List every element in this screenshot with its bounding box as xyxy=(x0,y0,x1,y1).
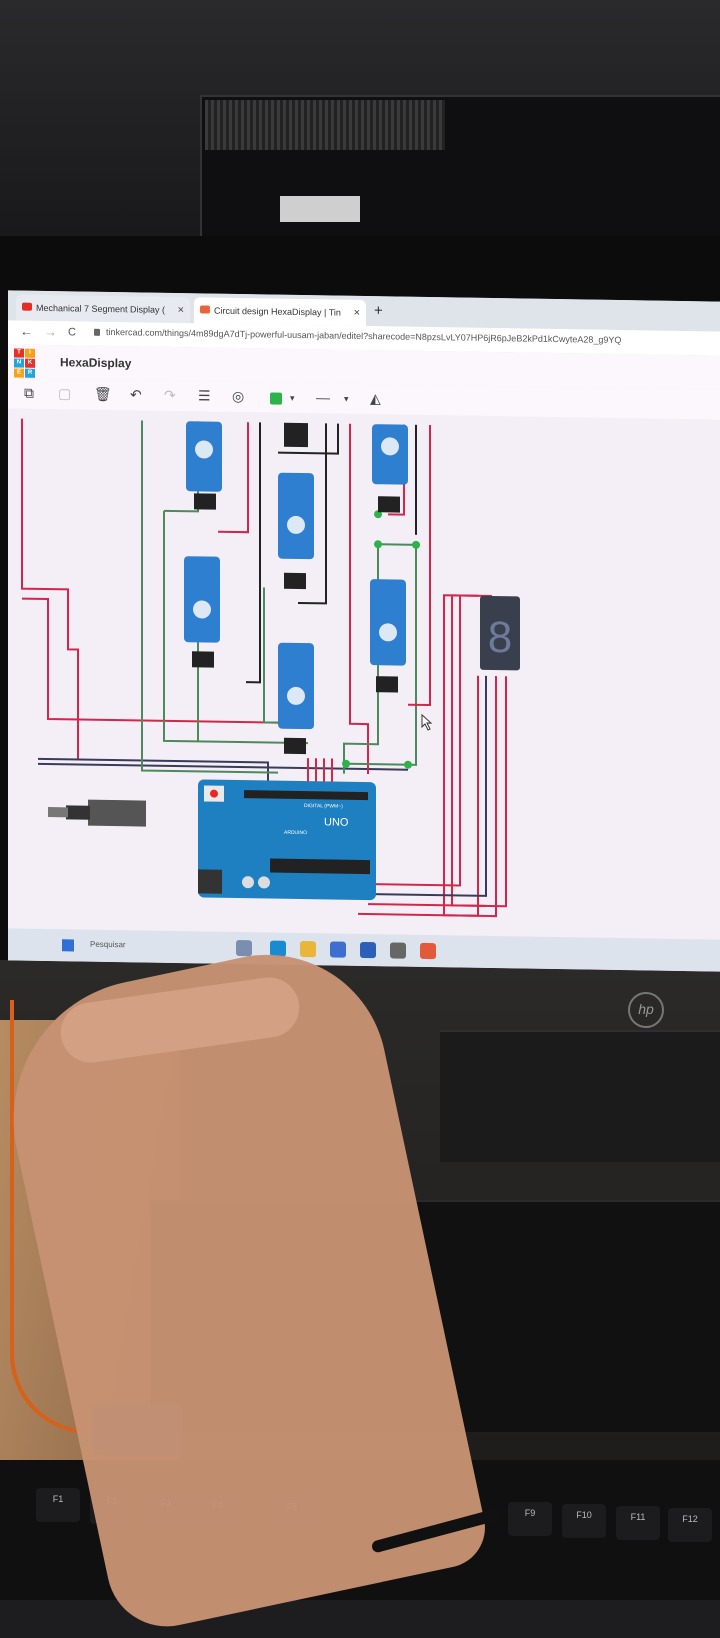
wire-node[interactable] xyxy=(412,540,420,549)
close-tab-icon[interactable]: × xyxy=(354,300,360,326)
key-f9[interactable]: F9 xyxy=(508,1502,552,1536)
usb-cable[interactable] xyxy=(48,799,146,827)
wire-red[interactable] xyxy=(22,597,298,724)
trash-icon[interactable]: 🗑 xyxy=(94,386,112,403)
windows-start-icon[interactable] xyxy=(62,939,74,952)
url-input[interactable]: tinkercad.com/things/4m89dgA7dTj-powerfu… xyxy=(106,327,621,345)
reload-button[interactable]: C xyxy=(68,326,76,338)
youtube-icon xyxy=(22,302,32,311)
board-brand-label: ARDUINO xyxy=(284,830,307,836)
wire-color-button[interactable] xyxy=(270,392,282,405)
key-f11[interactable]: F11 xyxy=(616,1506,660,1540)
circuit-canvas[interactable]: 8 DIGITAL (PWM~) UNO ARDUINO xyxy=(8,408,720,939)
chevron-down-icon[interactable]: ▾ xyxy=(344,394,349,405)
key-f10[interactable]: F10 xyxy=(562,1504,606,1538)
servo-motor[interactable] xyxy=(370,579,406,693)
servo-motor[interactable] xyxy=(372,424,408,513)
servo-motor[interactable] xyxy=(278,642,314,755)
rear-monitor-vent xyxy=(205,100,445,150)
arduino-uno-board[interactable]: DIGITAL (PWM~) UNO ARDUINO xyxy=(198,779,376,901)
monitor-stand xyxy=(440,1030,720,1162)
chevron-down-icon[interactable]: ▾ xyxy=(290,393,295,404)
mail-icon[interactable] xyxy=(360,941,376,959)
back-button[interactable]: ← xyxy=(20,324,33,339)
paste-icon[interactable]: ▢ xyxy=(58,385,71,402)
forward-button[interactable]: → xyxy=(44,324,57,339)
tinkercad-logo[interactable]: T I N K E R C A D xyxy=(14,348,46,398)
servo-motor[interactable] xyxy=(186,421,222,510)
wire-node[interactable] xyxy=(404,760,412,769)
flip-icon[interactable]: ◭ xyxy=(370,390,381,407)
tab-label: Circuit design HexaDisplay | Tin xyxy=(214,305,341,318)
annotation-icon[interactable]: ◎ xyxy=(232,388,244,405)
redo-icon[interactable]: ↷ xyxy=(164,387,176,404)
chrome-icon[interactable] xyxy=(420,942,436,960)
copy-icon[interactable]: ⧉ xyxy=(24,385,34,402)
monitor-screen: Mechanical 7 Segment Display ( × Circuit… xyxy=(8,290,720,972)
rear-monitor-sticker xyxy=(280,196,360,222)
line-style-icon[interactable]: — xyxy=(316,389,330,405)
key-f1[interactable]: F1 xyxy=(36,1488,80,1522)
key-f12[interactable]: F12 xyxy=(668,1508,712,1542)
logo-letter: T xyxy=(14,348,24,358)
logo-letter: R xyxy=(25,368,35,378)
board-pins-label: DIGITAL (PWM~) xyxy=(304,803,343,810)
notes-icon[interactable]: ☰ xyxy=(198,387,211,404)
servo-motor[interactable] xyxy=(278,472,314,590)
task-view-icon[interactable] xyxy=(236,939,252,957)
mouse-cursor-icon xyxy=(421,713,433,731)
taskbar-search[interactable]: Pesquisar xyxy=(90,940,126,950)
file-explorer-icon[interactable] xyxy=(300,940,316,958)
display-digit: 8 xyxy=(488,613,512,662)
logo-letter: K xyxy=(25,358,35,368)
logo-letter: I xyxy=(25,348,35,358)
servo-motor[interactable] xyxy=(184,556,220,668)
project-title[interactable]: HexaDisplay xyxy=(60,355,131,370)
hp-logo: hp xyxy=(628,992,664,1028)
wire-red[interactable] xyxy=(349,423,369,775)
logo-letter: E xyxy=(14,368,24,378)
new-tab-button[interactable]: + xyxy=(374,302,383,319)
tab-label: Mechanical 7 Segment Display ( xyxy=(36,302,166,315)
servo-motor[interactable] xyxy=(284,422,308,448)
board-model-label: UNO xyxy=(324,816,349,828)
tinkercad-favicon-icon xyxy=(200,305,210,314)
close-tab-icon[interactable]: × xyxy=(178,297,184,323)
tab-mechanical-display[interactable]: Mechanical 7 Segment Display ( × xyxy=(16,294,190,324)
logo-letter: N xyxy=(14,358,24,368)
wire-node[interactable] xyxy=(374,540,382,549)
seven-segment-display[interactable]: 8 xyxy=(480,595,520,671)
wire-red[interactable] xyxy=(408,425,431,707)
lock-icon xyxy=(94,328,100,336)
wire-red[interactable] xyxy=(218,422,249,534)
undo-icon[interactable]: ↶ xyxy=(130,386,142,403)
store-icon[interactable] xyxy=(330,941,346,958)
terminal-icon[interactable] xyxy=(390,942,406,959)
wire-red[interactable] xyxy=(21,418,79,760)
tab-circuit-design[interactable]: Circuit design HexaDisplay | Tin × xyxy=(194,297,366,327)
